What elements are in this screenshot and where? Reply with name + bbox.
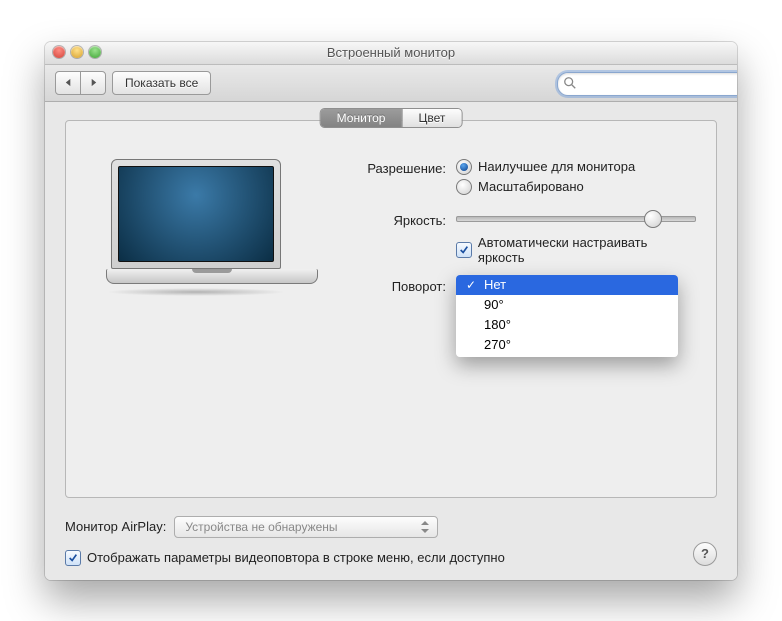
check-icon [459,245,469,255]
resolution-scaled-label: Масштабировано [478,179,584,194]
mirroring-menu-checkbox[interactable] [65,550,81,566]
resolution-best-radio[interactable] [456,159,472,175]
window-title: Встроенный монитор [327,45,455,60]
tab-color[interactable]: Цвет [401,109,461,127]
display-illustration [86,159,306,319]
rotation-option[interactable]: Нет [456,275,678,295]
nav-back-forward-segment[interactable] [55,71,106,95]
auto-brightness-checkbox[interactable] [456,242,472,258]
mirroring-menu-label: Отображать параметры видеоповтора в стро… [87,550,505,565]
triangle-left-icon [64,78,73,87]
rotation-option[interactable]: 270° [456,335,678,357]
rotation-option[interactable]: 90° [456,295,678,315]
resolution-best-label: Наилучшее для монитора [478,159,635,174]
brightness-label: Яркость: [346,211,456,228]
auto-brightness-label: Автоматически настраивать яркость [478,235,696,265]
airplay-label: Монитор AirPlay: [65,519,166,534]
select-arrows-icon [417,519,433,535]
show-all-button[interactable]: Показать все [112,71,211,95]
window-zoom-button[interactable] [89,46,101,58]
airplay-select[interactable]: Устройства не обнаружены [174,516,438,538]
resolution-label: Разрешение: [346,159,456,176]
rotation-popup-menu[interactable]: Нет90°180°270° [456,275,678,357]
nav-forward-button[interactable] [80,72,105,94]
rotation-option[interactable]: 180° [456,315,678,335]
help-button[interactable]: ? [693,542,717,566]
window-minimize-button[interactable] [71,46,83,58]
brightness-slider[interactable] [456,211,696,227]
resolution-scaled-radio[interactable] [456,179,472,195]
check-icon [68,553,78,563]
search-icon [563,76,577,90]
rotation-label: Поворот: [346,277,456,294]
triangle-right-icon [89,78,98,87]
tab-monitor[interactable]: Монитор [321,109,402,127]
search-input[interactable] [557,72,737,96]
nav-back-button[interactable] [56,72,80,94]
window-close-button[interactable] [53,46,65,58]
